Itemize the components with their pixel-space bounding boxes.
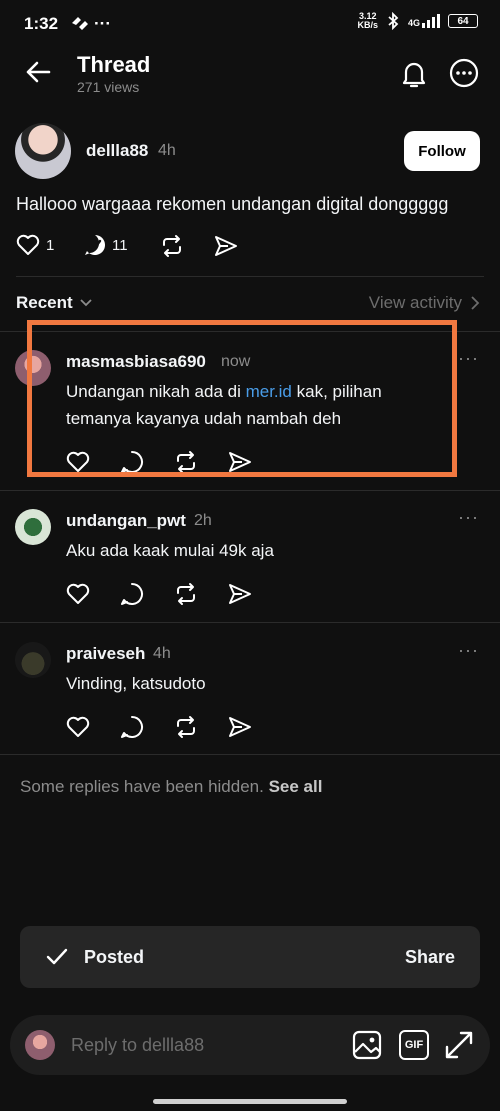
sort-dropdown[interactable]: Recent xyxy=(16,293,93,313)
signal-icon: 4G xyxy=(408,14,440,28)
back-arrow-icon[interactable] xyxy=(24,58,52,86)
reply-username[interactable]: undangan_pwt xyxy=(66,511,186,531)
reply-more-icon[interactable]: ··· xyxy=(458,640,479,661)
reply-more-icon[interactable]: ··· xyxy=(458,507,479,528)
heart-icon[interactable] xyxy=(66,583,90,605)
reply-input[interactable]: Reply to dellla88 xyxy=(71,1035,204,1056)
follow-button[interactable]: Follow xyxy=(404,131,480,171)
comment-icon[interactable] xyxy=(120,715,144,739)
see-all-link[interactable]: See all xyxy=(269,777,323,796)
more-notifications-icon: ··· xyxy=(94,14,111,33)
post-text: Hallooo wargaaa rekomen undangan digital… xyxy=(16,194,449,214)
hidden-replies-note: Some replies have been hidden. See all xyxy=(20,777,323,796)
reply-username[interactable]: praiveseh xyxy=(66,644,145,664)
bell-icon[interactable] xyxy=(398,58,430,90)
repost-icon[interactable] xyxy=(174,715,198,739)
gif-icon[interactable]: GIF xyxy=(399,1030,429,1060)
bluetooth-icon xyxy=(388,12,399,30)
repost-icon[interactable] xyxy=(174,582,198,606)
toast-share-button[interactable]: Share xyxy=(405,947,455,968)
repost-icon[interactable] xyxy=(160,234,184,258)
reply-action[interactable]: 11 xyxy=(84,234,128,256)
expand-icon[interactable] xyxy=(444,1030,474,1060)
divider xyxy=(0,622,500,623)
divider xyxy=(0,754,500,755)
reply-avatar[interactable] xyxy=(15,509,51,545)
reply-actions xyxy=(66,715,252,739)
share-icon[interactable] xyxy=(228,583,252,605)
heart-icon[interactable] xyxy=(66,716,90,738)
reply-more-icon[interactable]: ··· xyxy=(458,348,479,369)
post-time: 4h xyxy=(158,142,176,159)
network-speed: 3.12 KB/s xyxy=(357,11,378,30)
like-count: 1 xyxy=(46,236,55,254)
reply-avatar[interactable] xyxy=(15,642,51,678)
divider xyxy=(0,490,500,491)
sort-label: Recent xyxy=(16,293,73,312)
chevron-down-icon xyxy=(80,299,92,307)
app-notification-icon xyxy=(70,15,90,31)
reply-text: Vinding, katsudoto xyxy=(66,674,206,693)
author-username[interactable]: dellla88 xyxy=(86,141,148,161)
view-activity-link[interactable]: View activity xyxy=(369,293,480,313)
reply-time: 2h xyxy=(194,512,212,529)
composer-avatar xyxy=(25,1030,55,1060)
comment-icon[interactable] xyxy=(120,582,144,606)
divider xyxy=(16,276,484,277)
author-avatar[interactable] xyxy=(15,123,71,179)
chevron-right-icon xyxy=(471,296,480,310)
more-options-icon[interactable] xyxy=(449,58,479,88)
status-time: 1:32 xyxy=(24,14,59,33)
heart-icon[interactable] xyxy=(16,234,40,256)
checkmark-icon xyxy=(46,947,68,967)
toast-label: Posted xyxy=(84,947,145,967)
page-title: Thread xyxy=(77,52,151,77)
share-icon[interactable] xyxy=(214,235,238,257)
reply-actions xyxy=(66,582,252,606)
home-indicator[interactable] xyxy=(153,1099,347,1104)
replied-check-icon[interactable] xyxy=(84,234,106,256)
like-action[interactable]: 1 xyxy=(16,234,54,256)
image-icon[interactable] xyxy=(352,1030,382,1060)
reply-time: 4h xyxy=(153,645,171,662)
battery-indicator: 64 xyxy=(448,14,478,28)
reply-text: Aku ada kaak mulai 49k aja xyxy=(66,541,274,560)
highlight-box xyxy=(27,320,457,477)
share-icon[interactable] xyxy=(228,716,252,738)
view-activity-label: View activity xyxy=(368,293,462,312)
reply-count: 11 xyxy=(112,236,128,254)
status-icons: 3.12 KB/s 4G 64 xyxy=(357,12,478,30)
view-count: 271 views xyxy=(77,79,140,95)
